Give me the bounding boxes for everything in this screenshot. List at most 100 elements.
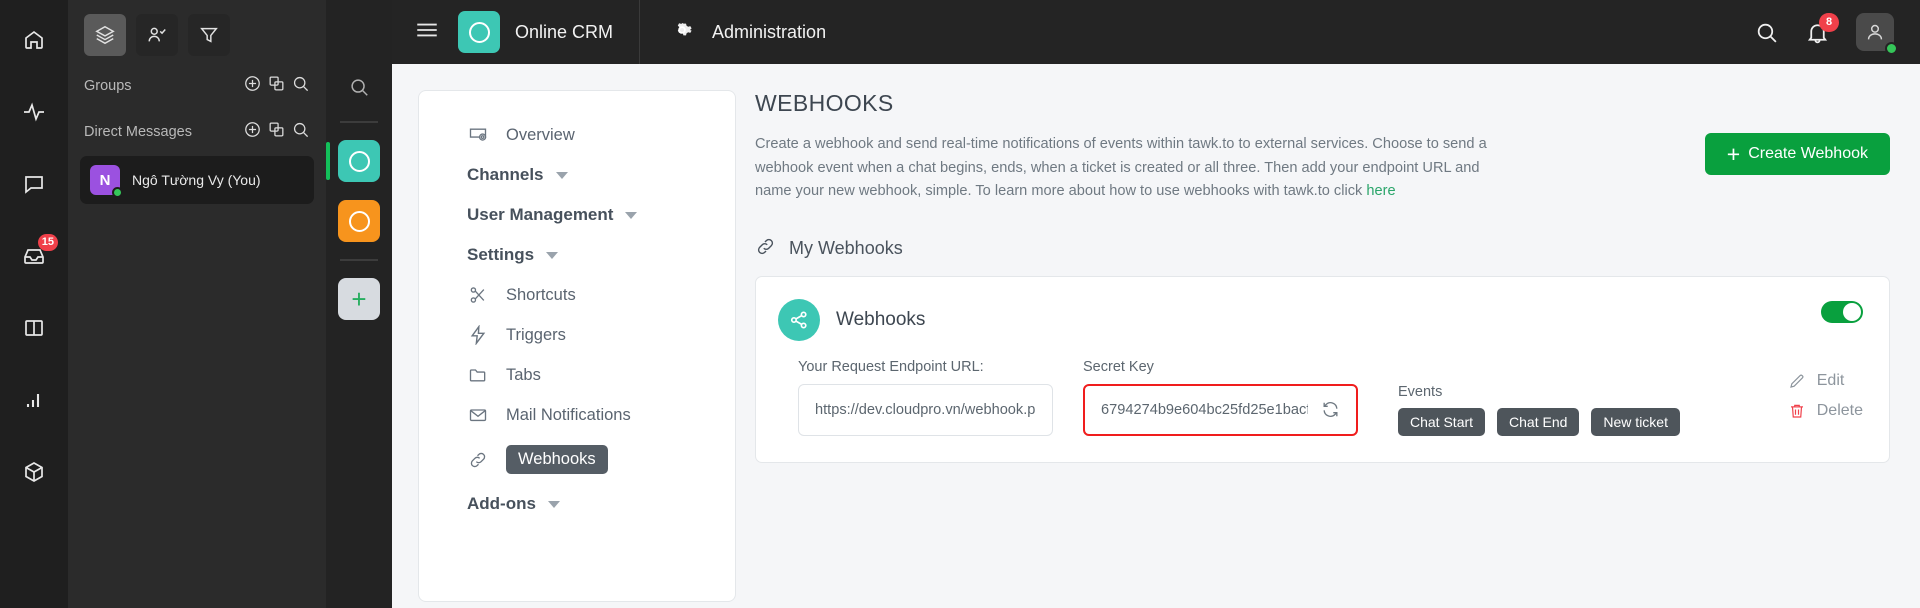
- trash-icon: [1788, 402, 1806, 420]
- my-webhooks-heading: My Webhooks: [755, 236, 1890, 262]
- copy-icon[interactable]: [267, 120, 286, 144]
- plus-circle-icon[interactable]: [243, 74, 262, 98]
- layers-icon[interactable]: [84, 14, 126, 56]
- sidebar-group-add-ons[interactable]: Add-ons: [419, 484, 735, 524]
- sidebar-item-triggers[interactable]: Triggers: [419, 315, 735, 355]
- screen-gear-icon: [467, 125, 488, 145]
- user-avatar-icon[interactable]: [1856, 13, 1898, 55]
- workspace-tile-orange[interactable]: [338, 200, 380, 242]
- content-area: Overview Channels User Management Settin…: [392, 64, 1920, 608]
- edit-button[interactable]: Edit: [1788, 372, 1863, 390]
- topbar: Online CRM Administration 8: [392, 0, 1920, 64]
- delete-label: Delete: [1816, 401, 1863, 419]
- primary-icon-rail: 15: [0, 0, 68, 608]
- home-icon[interactable]: [12, 18, 56, 62]
- endpoint-url-value: https://dev.cloudpro.vn/webhook.ph: [815, 401, 1036, 418]
- search-icon[interactable]: [291, 74, 310, 98]
- chevron-down-icon: [546, 251, 559, 259]
- search-icon[interactable]: [348, 76, 370, 103]
- event-new-ticket-button[interactable]: New ticket: [1591, 407, 1680, 436]
- bar-chart-icon[interactable]: [12, 378, 56, 422]
- online-status-dot: [112, 187, 123, 198]
- brand[interactable]: Online CRM: [458, 11, 639, 53]
- workspace-rail: +: [326, 0, 392, 608]
- main-panel: WEBHOOKS Create a webhook and send real-…: [737, 64, 1920, 608]
- admin-section[interactable]: Administration: [640, 18, 826, 47]
- sidebar-item-label: Triggers: [506, 325, 566, 344]
- user-check-icon[interactable]: [136, 14, 178, 56]
- direct-message-name: Ngô Tường Vy (You): [132, 172, 261, 188]
- endpoint-url-field: Your Request Endpoint URL: https://dev.c…: [798, 359, 1053, 436]
- online-status-dot: [1885, 42, 1898, 55]
- activity-icon[interactable]: [12, 90, 56, 134]
- toggle-knob: [1843, 302, 1861, 321]
- right-column: Online CRM Administration 8 Overview Cha…: [392, 0, 1920, 608]
- inbox-icon[interactable]: 15: [12, 234, 58, 278]
- avatar-initial: N: [99, 171, 111, 189]
- bell-icon[interactable]: 8: [1805, 12, 1839, 45]
- workspace-logo-glyph: [348, 150, 370, 172]
- notification-badge: 8: [1819, 12, 1839, 32]
- sidebar-group-label: User Management: [467, 205, 614, 224]
- inbox-badge: 15: [37, 234, 58, 251]
- endpoint-url-input[interactable]: https://dev.cloudpro.vn/webhook.ph: [798, 383, 1053, 436]
- groups-actions: [243, 74, 310, 98]
- sidebar-group-label: Settings: [467, 245, 535, 264]
- secret-key-input[interactable]: 6794274b9e604bc25fd25e1bacf6: [1083, 383, 1358, 436]
- brand-logo-icon: [458, 11, 500, 53]
- book-icon[interactable]: [12, 306, 56, 350]
- chevron-down-icon: [555, 171, 568, 179]
- workspace-tile-teal[interactable]: [326, 140, 380, 182]
- chat-tools: [68, 0, 326, 62]
- intro-row: Create a webhook and send real-time noti…: [755, 133, 1890, 204]
- edit-label: Edit: [1816, 371, 1845, 389]
- secret-key-value: 6794274b9e604bc25fd25e1bacf6: [1101, 401, 1308, 418]
- sidebar-section-groups: Groups: [68, 62, 326, 108]
- brand-name: Online CRM: [515, 21, 614, 42]
- folder-icon: [467, 365, 488, 385]
- active-indicator: [326, 142, 330, 180]
- webhook-enabled-toggle[interactable]: [1821, 300, 1863, 323]
- sidebar-item-label: Webhooks: [506, 445, 608, 474]
- event-chat-end-button[interactable]: Chat End: [1497, 407, 1580, 436]
- secret-key-field: Secret Key 6794274b9e604bc25fd25e1bacf6: [1083, 359, 1358, 436]
- copy-icon[interactable]: [267, 74, 286, 98]
- sidebar-group-label: Channels: [467, 165, 544, 184]
- filter-icon[interactable]: [188, 14, 230, 56]
- package-icon[interactable]: [12, 450, 56, 494]
- groups-label: Groups: [84, 78, 132, 94]
- hamburger-menu-icon[interactable]: [392, 17, 458, 48]
- plus-circle-icon[interactable]: [243, 120, 262, 144]
- events-label: Events: [1398, 383, 1443, 400]
- sidebar-item-overview[interactable]: Overview: [419, 115, 735, 155]
- list-item[interactable]: N Ngô Tường Vy (You): [80, 156, 314, 204]
- share-icon: [778, 298, 820, 341]
- search-icon[interactable]: [291, 120, 310, 144]
- divider: [340, 121, 378, 123]
- settings-nav-wrap: Overview Channels User Management Settin…: [392, 64, 737, 608]
- event-chat-start-button[interactable]: Chat Start: [1398, 407, 1486, 436]
- events-buttons: Chat Start Chat End New ticket: [1398, 407, 1680, 436]
- sidebar-group-channels[interactable]: Channels: [419, 155, 735, 195]
- sidebar-item-webhooks[interactable]: Webhooks: [419, 435, 735, 484]
- learn-more-link[interactable]: here: [1366, 183, 1395, 199]
- events-field: Events Chat Start Chat End New ticket: [1398, 384, 1680, 436]
- sidebar-item-label: Overview: [506, 125, 575, 144]
- gear-icon: [670, 18, 694, 47]
- sidebar-item-shortcuts[interactable]: Shortcuts: [419, 275, 735, 315]
- chat-icon[interactable]: [12, 162, 56, 206]
- sidebar-group-label: Add-ons: [467, 494, 536, 513]
- search-icon[interactable]: [1754, 20, 1779, 45]
- topbar-actions: 8: [1754, 12, 1920, 55]
- direct-messages-actions: [243, 120, 310, 144]
- create-webhook-button[interactable]: + Create Webhook: [1704, 133, 1890, 175]
- delete-button[interactable]: Delete: [1788, 402, 1863, 420]
- sidebar-item-tabs[interactable]: Tabs: [419, 355, 735, 395]
- sidebar-item-mail-notifications[interactable]: Mail Notifications: [419, 395, 735, 435]
- sidebar-group-user-management[interactable]: User Management: [419, 195, 735, 235]
- lightning-icon: [467, 325, 488, 345]
- sidebar-group-settings[interactable]: Settings: [419, 235, 735, 275]
- brand-logo-glyph: [468, 21, 490, 43]
- add-workspace-button[interactable]: +: [338, 278, 380, 320]
- refresh-icon[interactable]: [1321, 400, 1340, 419]
